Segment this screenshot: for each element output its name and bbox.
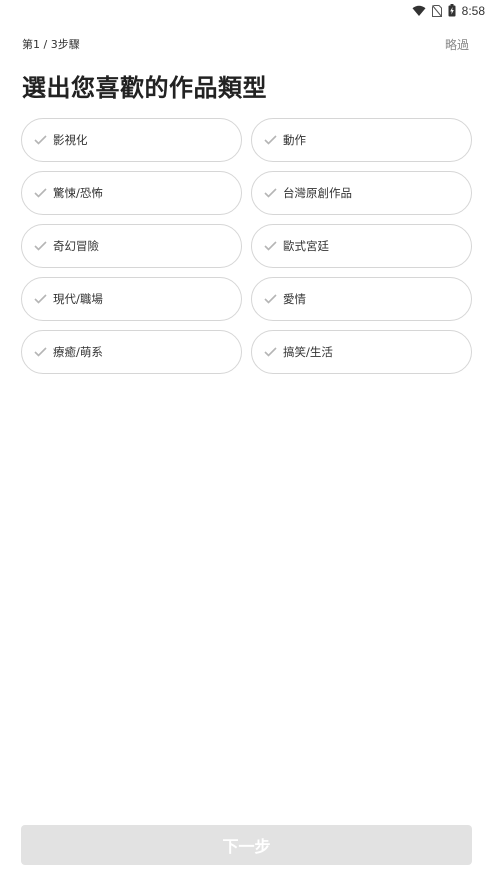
battery-charging-icon xyxy=(448,2,456,21)
skip-button[interactable]: 略過 xyxy=(445,36,469,53)
no-sim-icon xyxy=(431,2,442,21)
genre-label: 歐式宮廷 xyxy=(283,239,329,253)
genre-chip-comedy-life[interactable]: 搞笑/生活 xyxy=(251,330,472,374)
check-icon xyxy=(34,345,48,359)
check-icon xyxy=(264,186,278,200)
page-title: 選出您喜歡的作品類型 xyxy=(22,74,267,102)
genre-label: 影視化 xyxy=(53,133,88,147)
genre-grid: 影視化 動作 驚悚/恐怖 台灣原創作品 奇幻冒險 歐式宮廷 現代/職場 愛情 療… xyxy=(21,118,472,374)
status-time: 8:58 xyxy=(461,4,485,18)
check-icon xyxy=(264,292,278,306)
genre-label: 台灣原創作品 xyxy=(283,186,352,200)
genre-label: 現代/職場 xyxy=(53,292,103,306)
genre-chip-modern-workplace[interactable]: 現代/職場 xyxy=(21,277,242,321)
wifi-icon xyxy=(412,2,426,21)
onboarding-header: 第1 / 3步驟 略過 xyxy=(22,36,471,54)
check-icon xyxy=(264,133,278,147)
next-step-button[interactable]: 下一步 xyxy=(21,825,472,865)
genre-chip-romance[interactable]: 愛情 xyxy=(251,277,472,321)
genre-label: 驚悚/恐怖 xyxy=(53,186,103,200)
genre-chip-thriller-horror[interactable]: 驚悚/恐怖 xyxy=(21,171,242,215)
check-icon xyxy=(34,239,48,253)
genre-chip-healing-cute[interactable]: 療癒/萌系 xyxy=(21,330,242,374)
check-icon xyxy=(34,292,48,306)
status-bar: 8:58 xyxy=(0,0,493,22)
genre-chip-adaptation[interactable]: 影視化 xyxy=(21,118,242,162)
genre-label: 療癒/萌系 xyxy=(53,345,103,359)
genre-chip-action[interactable]: 動作 xyxy=(251,118,472,162)
genre-label: 搞笑/生活 xyxy=(283,345,333,359)
check-icon xyxy=(264,239,278,253)
genre-label: 愛情 xyxy=(283,292,306,306)
status-icons: 8:58 xyxy=(412,2,485,20)
genre-chip-taiwan-original[interactable]: 台灣原創作品 xyxy=(251,171,472,215)
genre-chip-european-court[interactable]: 歐式宮廷 xyxy=(251,224,472,268)
genre-chip-fantasy-adventure[interactable]: 奇幻冒險 xyxy=(21,224,242,268)
check-icon xyxy=(264,345,278,359)
genre-label: 奇幻冒險 xyxy=(53,239,99,253)
check-icon xyxy=(34,186,48,200)
genre-label: 動作 xyxy=(283,133,306,147)
check-icon xyxy=(34,133,48,147)
step-indicator: 第1 / 3步驟 xyxy=(22,38,80,51)
